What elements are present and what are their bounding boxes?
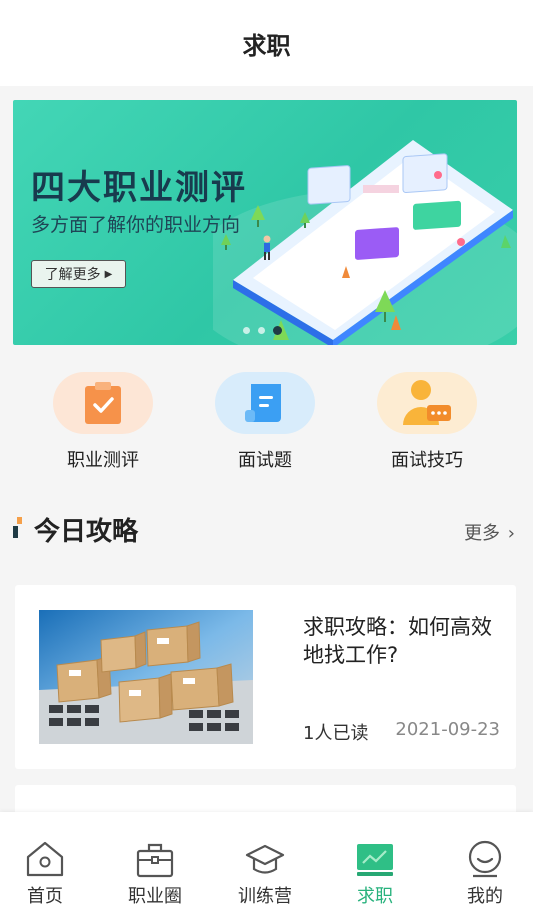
tab-label: 求职: [357, 886, 393, 907]
tab-label: 职业圈: [128, 886, 182, 907]
banner-subline: 多方面了解你的职业方向: [31, 214, 241, 236]
shortcut-label: 面试题: [238, 450, 292, 471]
article-read-count: 1人已读: [303, 723, 369, 744]
shortcut-career-assessment[interactable]: 职业测评: [33, 372, 173, 472]
tab-job-seeking[interactable]: 求职: [335, 838, 415, 908]
section-header: 今日攻略 更多 ›: [0, 505, 533, 555]
tree-icon: [375, 290, 395, 322]
profile-icon: [468, 840, 502, 878]
tab-career-circle[interactable]: 职业圈: [115, 838, 195, 908]
tab-home[interactable]: 首页: [5, 838, 85, 908]
article-title: 求职攻略：如何高效地找工作?: [303, 615, 492, 667]
more-label: 更多: [464, 523, 501, 544]
chevron-right-icon: ›: [507, 523, 515, 544]
section-marker: [13, 517, 22, 539]
banner-headline: 四大职业测评: [31, 168, 247, 208]
shortcut-interview-tips[interactable]: 面试技巧: [357, 372, 497, 472]
article-date: 2021-09-23: [395, 719, 500, 740]
more-link[interactable]: 更多 ›: [464, 519, 515, 545]
phone-illustration: [213, 140, 517, 345]
clipboard-check-icon: [85, 382, 121, 424]
carousel-dots: [243, 326, 282, 335]
document-icon: [245, 384, 281, 422]
tree-icon: [300, 212, 310, 228]
tree-icon: [251, 205, 265, 227]
shortcut-label: 面试技巧: [391, 450, 463, 471]
page-title: 求职: [242, 31, 291, 60]
graduation-cap-icon: [245, 844, 285, 874]
learn-more-button[interactable]: 了解更多 ▶: [31, 260, 126, 288]
shortcut-label: 职业测评: [67, 450, 139, 471]
boxes-on-laptop-image: [39, 610, 253, 744]
play-arrow-icon: ▶: [104, 268, 113, 280]
home-icon: [26, 841, 64, 877]
section-title: 今日攻略: [34, 517, 139, 547]
chart-screen-icon: [357, 844, 393, 876]
person-chat-icon: [403, 380, 451, 425]
tab-training-camp[interactable]: 训练营: [225, 838, 305, 908]
article-thumbnail: [39, 610, 253, 744]
top-bar: 求职: [0, 0, 533, 86]
tab-label: 训练营: [238, 886, 292, 907]
carousel-dot[interactable]: [258, 327, 265, 334]
person-illustration: [263, 235, 271, 260]
tab-label: 我的: [467, 886, 503, 907]
article-card[interactable]: 求职攻略：如何高效地找工作? 1人已读 2021-09-23: [15, 585, 516, 769]
shortcut-interview-questions[interactable]: 面试题: [195, 372, 335, 472]
carousel-dot-active[interactable]: [273, 326, 282, 335]
briefcase-icon: [136, 843, 174, 878]
bottom-tab-bar: 首页 职业圈 训练营 求职 我的: [0, 812, 533, 924]
tab-label: 首页: [27, 886, 63, 907]
learn-more-label: 了解更多: [44, 267, 101, 283]
promo-banner[interactable]: 四大职业测评 多方面了解你的职业方向 了解更多 ▶: [13, 100, 517, 345]
tab-mine[interactable]: 我的: [445, 838, 525, 908]
shortcut-grid: 职业测评 面试题 面试技巧: [0, 372, 533, 482]
carousel-dot[interactable]: [243, 327, 250, 334]
